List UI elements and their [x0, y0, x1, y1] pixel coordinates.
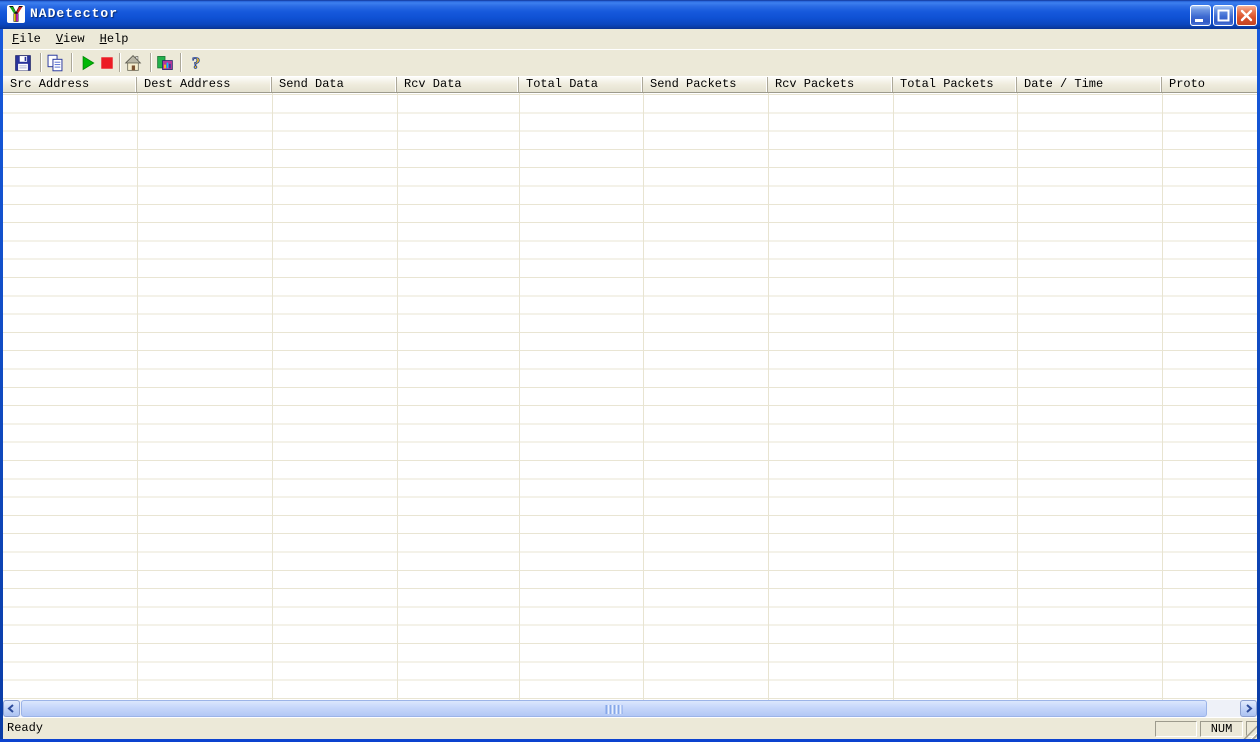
svg-text:?: ?: [192, 54, 201, 72]
window-title: NADetector: [30, 6, 118, 21]
column-header-send-data[interactable]: Send Data: [272, 77, 397, 92]
scroll-left-button[interactable]: [3, 700, 20, 717]
maximize-button[interactable]: [1213, 5, 1234, 26]
maximize-icon: [1214, 6, 1235, 27]
grid-line: [893, 93, 894, 700]
app-logo-icon: [7, 5, 25, 23]
column-header-src-address[interactable]: Src Address: [3, 77, 137, 92]
grid-line: [397, 93, 398, 700]
grid-line: [272, 93, 273, 700]
grid-line: [643, 93, 644, 700]
help-button[interactable]: ?: [185, 52, 207, 74]
scrollbar-thumb[interactable]: [21, 700, 1207, 717]
status-message: Ready: [7, 718, 43, 739]
column-header-rcv-data[interactable]: Rcv Data: [397, 77, 519, 92]
save-button[interactable]: [12, 52, 34, 74]
column-header-total-packets[interactable]: Total Packets: [893, 77, 1017, 92]
menu-item-view[interactable]: View: [52, 29, 89, 49]
chevron-left-icon: [6, 703, 17, 714]
statistics-button[interactable]: [154, 52, 176, 74]
home-button[interactable]: [122, 52, 144, 74]
minimize-button[interactable]: [1190, 5, 1211, 26]
minimize-icon: [1191, 6, 1212, 27]
grid-line: [1017, 93, 1018, 700]
stop-capture-button[interactable]: [96, 52, 118, 74]
app-window: NADetector File View Help: [0, 0, 1260, 742]
column-header-dest-address[interactable]: Dest Address: [137, 77, 272, 92]
window-border-left: [0, 29, 3, 742]
status-panel-caps: [1155, 721, 1197, 737]
scroll-right-button[interactable]: [1240, 700, 1257, 717]
close-button[interactable]: [1236, 5, 1257, 26]
home-icon: [124, 54, 142, 72]
toolbar-separator: [180, 53, 181, 72]
toolbar-separator: [119, 53, 120, 72]
column-header-total-data[interactable]: Total Data: [519, 77, 643, 92]
toolbar-separator: [150, 53, 151, 72]
column-header-date-time[interactable]: Date / Time: [1017, 77, 1162, 92]
menu-bar: File View Help: [3, 29, 1257, 49]
help-icon: ?: [187, 54, 205, 72]
table-body: [3, 93, 1257, 700]
grid-line: [137, 93, 138, 700]
menu-item-help[interactable]: Help: [96, 29, 133, 49]
table-header: Src AddressDest AddressSend DataRcv Data…: [3, 76, 1257, 93]
grid-line: [768, 93, 769, 700]
grid-line: [1162, 93, 1163, 700]
column-header-send-packets[interactable]: Send Packets: [643, 77, 768, 92]
toolbar-separator: [71, 53, 72, 72]
horizontal-scrollbar[interactable]: [3, 700, 1257, 717]
grid-line: [519, 93, 520, 700]
toolbar-separator: [40, 53, 41, 72]
status-bar: Ready NUM: [3, 717, 1257, 739]
column-header-proto[interactable]: Proto: [1162, 77, 1257, 92]
title-bar[interactable]: NADetector: [0, 0, 1260, 29]
stop-capture-icon: [98, 54, 116, 72]
column-header-rcv-packets[interactable]: Rcv Packets: [768, 77, 893, 92]
copy-icon: [46, 54, 64, 72]
chevron-right-icon: [1243, 703, 1254, 714]
scrollbar-grip: [606, 705, 623, 714]
copy-button[interactable]: [44, 52, 66, 74]
save-icon: [14, 54, 32, 72]
statistics-icon: [156, 54, 174, 72]
close-icon: [1237, 6, 1258, 27]
menu-item-file[interactable]: File: [8, 29, 45, 49]
start-capture-icon: [79, 54, 97, 72]
toolbar: ?: [3, 49, 1257, 76]
status-panel-num: NUM: [1200, 721, 1243, 737]
